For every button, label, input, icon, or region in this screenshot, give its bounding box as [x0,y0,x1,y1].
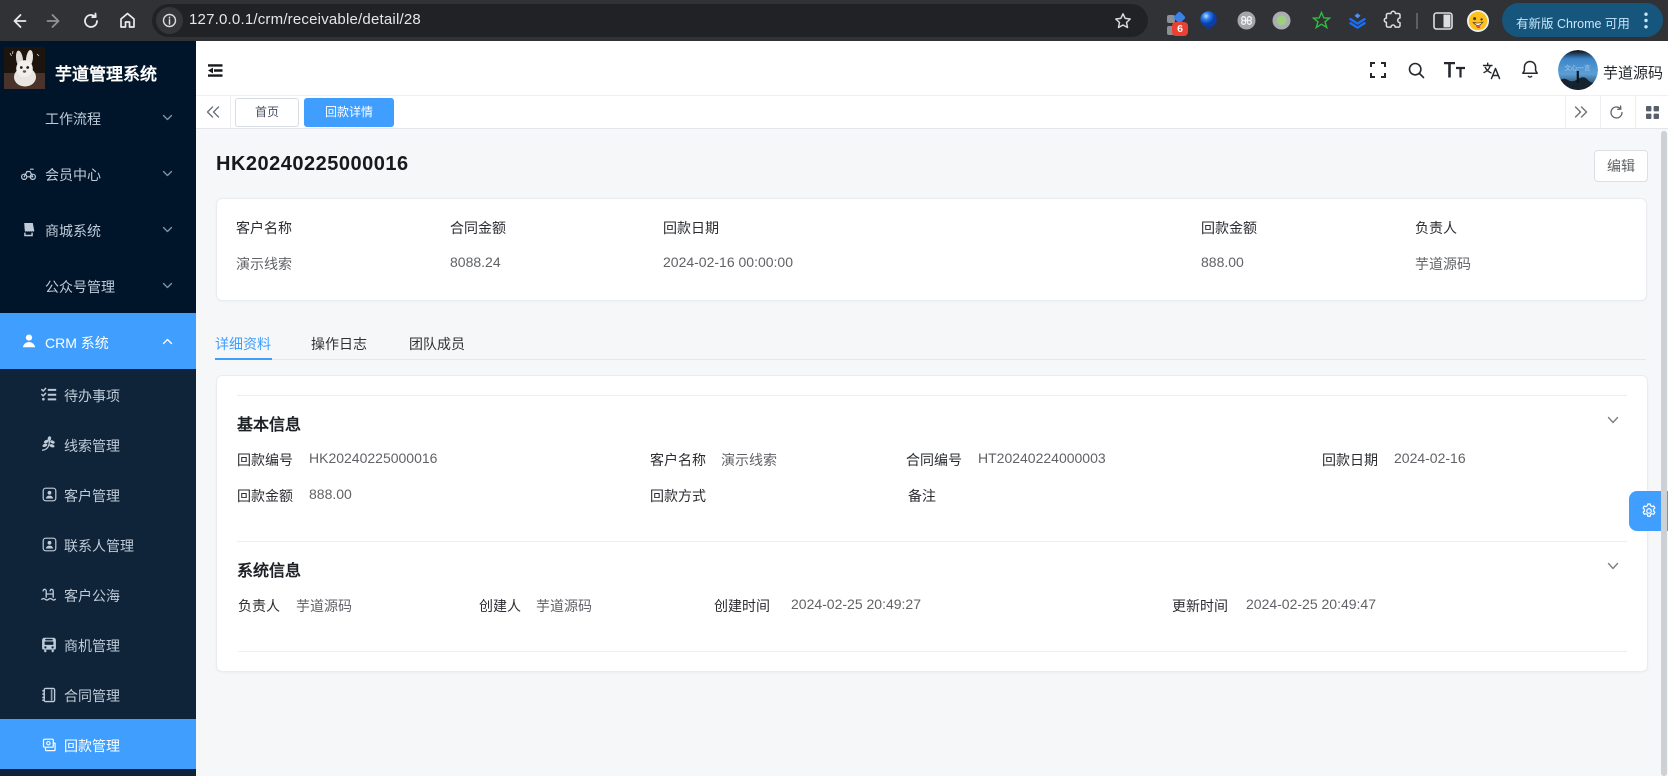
svg-text:文心一言: 文心一言 [1564,63,1592,72]
